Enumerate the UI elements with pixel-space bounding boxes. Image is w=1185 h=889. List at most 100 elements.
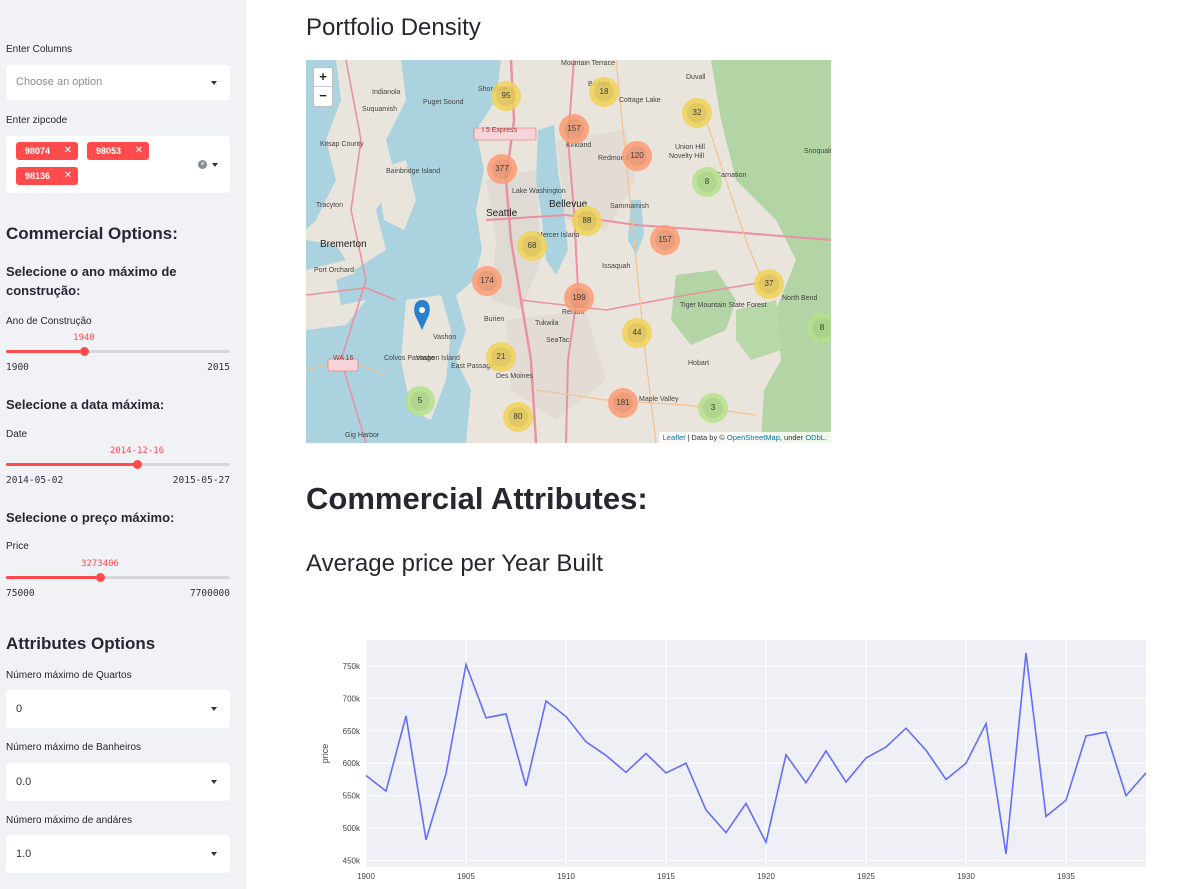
slider-thumb[interactable] — [95, 573, 105, 582]
map-place-label: Bainbridge Island — [386, 168, 441, 175]
map-cluster-count: 3 — [703, 398, 723, 418]
portfolio-density-title: Portfolio Density — [306, 14, 481, 41]
map-cluster-count: 18 — [594, 82, 614, 102]
map-cluster[interactable]: 32 — [682, 98, 712, 128]
map-cluster[interactable]: 174 — [472, 266, 502, 296]
chevron-down-icon[interactable] — [211, 780, 217, 784]
map-cluster[interactable]: 5 — [405, 386, 435, 416]
map-place-label: Gig Harbor — [345, 432, 380, 439]
x-tick-label: 1925 — [857, 872, 875, 881]
chevron-down-icon[interactable] — [212, 163, 218, 167]
sidebar: Enter Columns Choose an option Enter zip… — [0, 0, 246, 889]
chevron-down-icon[interactable] — [211, 707, 217, 711]
floors-select[interactable]: 1.0 — [6, 835, 230, 873]
slider-thumb[interactable] — [132, 460, 142, 469]
price-slider-max: 7700000 — [189, 588, 230, 599]
map-place-label: Tiger Mountain State Forest — [680, 302, 767, 309]
map-cluster[interactable]: 8 — [807, 313, 831, 343]
map-cluster[interactable]: 8 — [692, 167, 722, 197]
zipcode-multiselect[interactable]: 98074 ✕ 98053 ✕ 98136 ✕ × — [6, 136, 230, 193]
bathrooms-select[interactable]: 0.0 — [6, 763, 230, 801]
map-cluster[interactable]: 157 — [650, 225, 680, 255]
map-cluster[interactable]: 95 — [491, 81, 521, 111]
zipcode-tag: 98136 ✕ — [16, 167, 78, 185]
price-slider-min: 75000 — [6, 588, 35, 599]
map-place-label: Burien — [484, 316, 505, 323]
map-cluster[interactable]: 157 — [559, 114, 589, 144]
map-cluster-count: 21 — [491, 347, 511, 367]
date-slider-min: 2014-05-02 — [6, 475, 64, 486]
map-cluster[interactable]: 3 — [698, 393, 728, 423]
map-place-label: Issaquah — [602, 263, 631, 270]
y-tick-label: 650k — [343, 727, 361, 736]
year-subheader: Selecione o ano máximo de construção: — [6, 264, 177, 298]
leaflet-link[interactable]: Leaflet — [663, 433, 686, 442]
slider-thumb[interactable] — [79, 347, 89, 356]
slider-fill — [6, 350, 84, 353]
map-cluster[interactable]: 18 — [589, 77, 619, 107]
map-place-label: Maple Valley — [639, 396, 679, 403]
map-cluster[interactable]: 68 — [517, 231, 547, 261]
map-cluster[interactable]: 181 — [608, 388, 638, 418]
map-cluster[interactable]: 80 — [503, 402, 533, 432]
map-cluster[interactable]: 21 — [486, 342, 516, 372]
map-cluster[interactable]: 88 — [572, 206, 602, 236]
chevron-down-icon[interactable] — [211, 852, 217, 856]
avg-price-chart[interactable]: 450k 500k 550k 600k 650k 700k 750k 1900 1905 1910… — [306, 630, 1185, 889]
clear-icon[interactable]: × — [198, 160, 207, 169]
map-cluster-count: 199 — [569, 288, 589, 308]
map-cluster[interactable]: 44 — [622, 318, 652, 348]
map-cluster[interactable]: 120 — [622, 141, 652, 171]
map-cluster-count: 8 — [697, 172, 717, 192]
osm-link[interactable]: OpenStreetMap — [727, 433, 780, 442]
year-slider-min: 1900 — [6, 362, 29, 373]
commercial-attributes-title: Commercial Attributes: — [306, 481, 648, 516]
commercial-options-header: Commercial Options: — [6, 224, 178, 243]
x-tick-label: 1935 — [1057, 872, 1075, 881]
map-road-shield: I 5 Express — [482, 127, 518, 134]
price-slider[interactable] — [6, 573, 230, 582]
y-tick-label: 600k — [343, 759, 361, 768]
map-place-label: Puget Sound — [423, 99, 464, 106]
map-place-label: Indianola — [372, 89, 401, 96]
x-tick-label: 1905 — [457, 872, 475, 881]
chevron-down-icon[interactable] — [211, 81, 217, 85]
map-cluster-count: 80 — [508, 407, 528, 427]
remove-tag-icon[interactable]: ✕ — [135, 145, 143, 156]
map-cluster[interactable]: 199 — [564, 283, 594, 313]
map-place-label: North Bend — [782, 295, 818, 302]
map-place-label: Seattle — [486, 208, 518, 219]
portfolio-map[interactable]: + − ShorelineBothellCottage LakeIndianol… — [306, 60, 831, 443]
remove-tag-icon[interactable]: ✕ — [64, 170, 72, 181]
date-slider[interactable] — [6, 460, 230, 469]
zoom-control: + − — [313, 67, 333, 107]
date-slider-value: 2014-12-16 — [109, 446, 165, 456]
map-cluster-count: 5 — [410, 391, 430, 411]
map-place-label: SeaTac — [546, 337, 570, 344]
year-slider[interactable] — [6, 347, 230, 356]
map-place-label: Tukwila — [535, 320, 559, 327]
zoom-in-button[interactable]: + — [314, 68, 332, 87]
price-subheader: Selecione o preço máximo: — [6, 510, 175, 525]
remove-tag-icon[interactable]: ✕ — [64, 145, 72, 156]
year-slider-value: 1940 — [73, 333, 95, 343]
bathrooms-label: Número máximo de Banheiros — [6, 742, 142, 753]
year-slider-label: Ano de Construção — [6, 316, 92, 327]
map-cluster[interactable]: 37 — [754, 269, 784, 299]
odbl-link[interactable]: ODbL. — [805, 433, 827, 442]
map-place-label: Port Orchard — [314, 267, 355, 274]
map-place-label: Cottage Lake — [619, 97, 661, 104]
floors-label: Número máximo de andáres — [6, 815, 133, 826]
zoom-out-button[interactable]: − — [314, 87, 332, 106]
map-cluster-count: 32 — [687, 103, 707, 123]
x-tick-label: 1930 — [957, 872, 975, 881]
map-cluster[interactable]: 377 — [487, 154, 517, 184]
map-cluster-count: 157 — [655, 230, 675, 250]
bedrooms-select[interactable]: 0 — [6, 690, 230, 728]
y-tick-label: 450k — [343, 857, 361, 866]
columns-placeholder: Choose an option — [16, 76, 103, 88]
slider-fill — [6, 576, 100, 579]
map-attribution: Leaflet | Data by © OpenStreetMap, under… — [658, 432, 831, 443]
attributes-options-header: Attributes Options — [6, 634, 156, 653]
columns-select[interactable]: Choose an option — [6, 65, 230, 100]
